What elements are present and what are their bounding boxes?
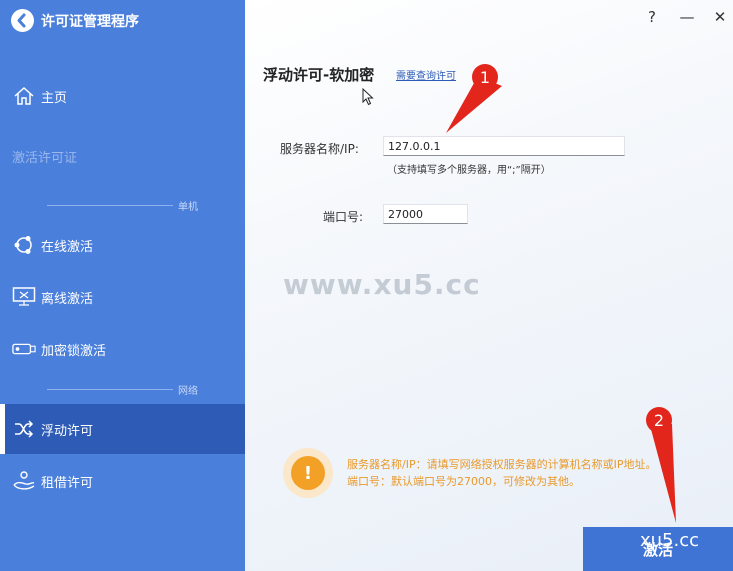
sidebar-item-dongle-activation[interactable]: 加密锁激活	[0, 324, 245, 374]
shuffle-icon	[12, 417, 36, 441]
watermark-text: www.xu5.cc	[283, 268, 481, 301]
usb-key-icon	[12, 337, 36, 361]
close-button[interactable]: ✕	[711, 8, 729, 26]
sidebar-item-activate-license: 激活许可证	[0, 131, 245, 181]
warning-icon: !	[291, 456, 325, 490]
query-license-link[interactable]: 需要查询许可	[396, 67, 456, 82]
help-button[interactable]: ?	[643, 8, 661, 26]
sidebar-item-home[interactable]: 主页	[0, 71, 245, 121]
port-input[interactable]: 27000	[383, 204, 468, 224]
hand-icon	[12, 469, 36, 493]
sidebar: 许可证管理程序 主页 激活许可证 单机 在线激活 离线激活 加密锁激活 网络 浮…	[0, 0, 245, 571]
info-icon-halo: !	[283, 448, 333, 498]
server-hint: （支持填写多个服务器，用“;”隔开）	[387, 165, 551, 176]
app-header: 许可证管理程序	[0, 0, 245, 40]
page-title: 浮动许可-软加密	[263, 66, 375, 84]
section-divider	[47, 389, 173, 390]
mouse-cursor-icon	[362, 87, 374, 110]
home-icon	[12, 84, 36, 108]
sidebar-item-label: 离线激活	[41, 291, 94, 307]
sidebar-item-label: 主页	[41, 90, 68, 106]
sidebar-item-online-activation[interactable]: 在线激活	[0, 220, 245, 270]
annotation-badge-2: 2	[646, 407, 672, 433]
minimize-button[interactable]: —	[678, 8, 696, 26]
annotation-badge-1: 1	[472, 64, 498, 90]
section-label-standalone: 单机	[178, 202, 198, 213]
server-label: 服务器名称/IP:	[280, 142, 359, 156]
sidebar-item-label: 激活许可证	[12, 150, 78, 166]
sidebar-item-offline-activation[interactable]: 离线激活	[0, 272, 245, 322]
info-text-server: 服务器名称/IP：请填写网络授权服务器的计算机名称或IP地址。	[347, 458, 657, 471]
share-icon	[12, 233, 36, 257]
back-icon[interactable]	[11, 9, 34, 32]
section-divider	[47, 205, 173, 206]
corner-watermark: xu5.cc	[640, 530, 700, 551]
sidebar-item-label: 加密锁激活	[41, 343, 107, 359]
sidebar-item-borrow-license[interactable]: 租借许可	[0, 456, 245, 506]
sidebar-item-label: 租借许可	[41, 475, 94, 491]
port-label: 端口号:	[323, 210, 364, 224]
app-title: 许可证管理程序	[41, 14, 139, 30]
sidebar-item-floating-license[interactable]: 浮动许可	[0, 404, 245, 454]
monitor-icon	[12, 285, 36, 309]
sidebar-item-label: 在线激活	[41, 239, 94, 255]
active-indicator	[0, 404, 5, 454]
info-text-port: 端口号：默认端口号为27000，可修改为其他。	[347, 475, 580, 488]
sidebar-item-label: 浮动许可	[41, 423, 94, 439]
server-input[interactable]: 127.0.0.1	[383, 136, 625, 156]
section-label-network: 网络	[178, 386, 198, 397]
